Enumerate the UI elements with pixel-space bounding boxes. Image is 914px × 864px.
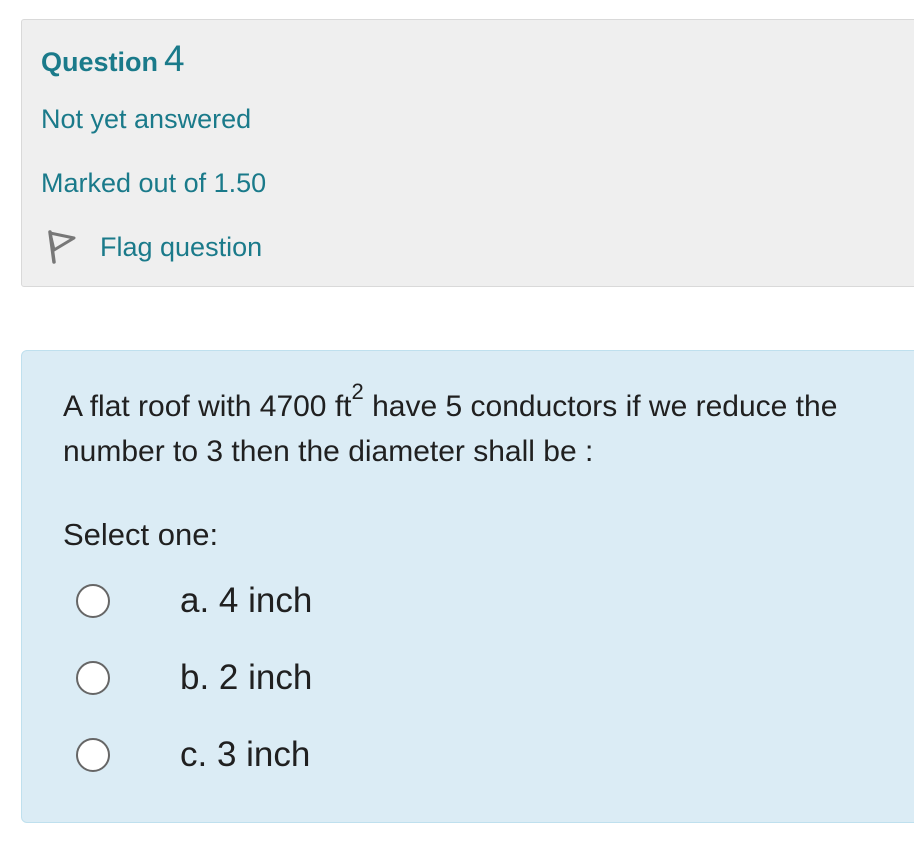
answer-option-a[interactable]: a. 4 inch <box>76 581 312 621</box>
option-label[interactable]: c. 3 inch <box>180 735 310 775</box>
flag-question-label: Flag question <box>100 231 263 262</box>
select-prompt: Select one: <box>63 517 219 552</box>
flag-question-button[interactable]: Flag question <box>44 228 262 266</box>
question-content-panel: A flat roof with 4700 ft2 have 5 conduct… <box>21 350 914 823</box>
question-text: A flat roof with 4700 ft2 have 5 conduct… <box>63 375 913 474</box>
question-grade: Marked out of 1.50 <box>41 168 267 198</box>
answer-option-b[interactable]: b. 2 inch <box>76 658 312 698</box>
option-label[interactable]: b. 2 inch <box>180 658 312 698</box>
answer-option-c[interactable]: c. 3 inch <box>76 735 310 775</box>
option-label[interactable]: a. 4 inch <box>180 581 312 621</box>
radio-button[interactable] <box>76 661 110 695</box>
flag-icon <box>44 228 78 266</box>
question-text-start: A flat roof with 4700 ft <box>63 390 352 423</box>
answer-state: Not yet answered <box>41 104 252 134</box>
radio-button[interactable] <box>76 584 110 618</box>
question-label: Question <box>41 47 159 77</box>
question-superscript: 2 <box>351 379 364 404</box>
question-heading: Question 4 <box>41 38 185 80</box>
question-info-panel: Question 4 Not yet answered Marked out of… <box>21 19 914 287</box>
question-number: 4 <box>164 38 185 79</box>
radio-button[interactable] <box>76 738 110 772</box>
